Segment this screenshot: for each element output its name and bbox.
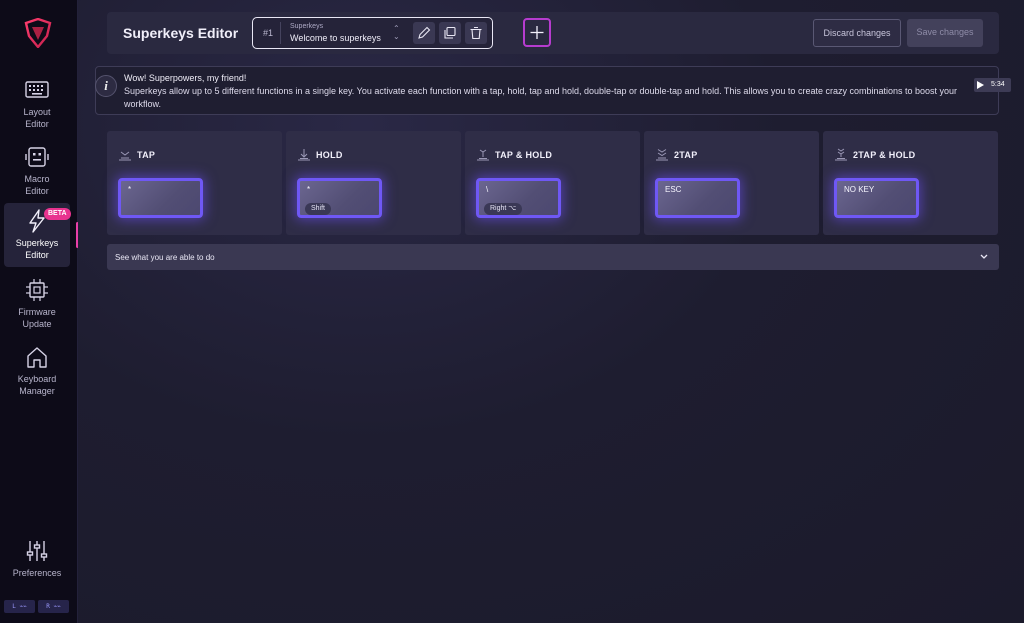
info-icon: i — [95, 75, 117, 97]
home-icon — [27, 347, 47, 368]
video-duration: 5:34 — [991, 81, 1005, 88]
accordion-label: See what you are able to do — [115, 253, 215, 262]
sidebar-item-label: Layout Editor — [23, 107, 51, 129]
keyboard-status-left: L ⌁⌁ — [4, 600, 35, 613]
key-label: NO KEY — [844, 185, 875, 194]
sidebar-item-superkeys-editor[interactable]: BETA Superkeys Editor — [4, 203, 71, 267]
tap-and-hold-icon — [477, 149, 489, 161]
sidebar-item-layout-editor[interactable]: Layout Editor — [4, 78, 70, 142]
hold-icon — [298, 149, 310, 161]
action-card-tap-and-hold: TAP & HOLD \ Right ⌥ — [465, 131, 640, 235]
save-changes-button[interactable]: Save changes — [907, 19, 983, 47]
key-label: ESC — [665, 185, 682, 194]
keycap[interactable]: \ Right ⌥ — [476, 178, 561, 218]
keycap[interactable]: ESC — [655, 178, 740, 218]
action-card-double-tap: 2TAP ESC — [644, 131, 819, 235]
chip-icon — [26, 279, 48, 301]
rename-button[interactable] — [413, 22, 435, 44]
main-content: Superkeys Editor #1 Superkeys Welcome to… — [78, 0, 1024, 623]
sidebar-item-label: Macro Editor — [24, 174, 50, 196]
action-title: 2TAP & HOLD — [853, 150, 916, 160]
trash-icon — [470, 26, 482, 40]
add-superkey-button[interactable] — [523, 18, 551, 47]
divider — [280, 22, 281, 44]
selector-id: #1 — [263, 28, 274, 38]
keycap[interactable]: NO KEY — [834, 178, 919, 218]
double-tap-icon — [656, 149, 668, 161]
plus-icon — [530, 26, 544, 39]
chevron-down-icon — [980, 254, 988, 259]
action-title: TAP & HOLD — [495, 150, 553, 160]
action-title: TAP — [137, 150, 156, 160]
info-banner: i Wow! Superpowers, my friend! Superkeys… — [95, 66, 999, 115]
modifier-chip: Shift — [305, 203, 332, 215]
action-card-double-tap-and-hold: 2TAP & HOLD NO KEY — [823, 131, 998, 235]
delete-button[interactable] — [465, 22, 487, 44]
action-card-tap: TAP * — [107, 131, 282, 235]
preferences-label: Preferences — [12, 568, 62, 578]
sliders-icon — [26, 541, 48, 561]
robot-icon — [25, 147, 49, 167]
modifier-chip: Right ⌥ — [484, 203, 523, 215]
chevron-updown-icon[interactable]: ⌃ ⌄ — [393, 25, 400, 41]
sidebar-item-macro-editor[interactable]: Macro Editor — [4, 145, 70, 209]
sidebar: Layout Editor Macro Editor BETA Superkeys E… — [0, 0, 79, 623]
action-title: HOLD — [316, 150, 343, 160]
superkey-actions: TAP * HOLD * Shift TAP & HOLD \ Right ⌥ … — [107, 131, 999, 235]
copy-icon — [444, 26, 456, 39]
key-label: \ — [486, 185, 489, 194]
sidebar-item-keyboard-manager[interactable]: Keyboard Manager — [4, 345, 70, 409]
pencil-icon — [418, 26, 431, 39]
discard-changes-button[interactable]: Discard changes — [813, 19, 901, 47]
key-label: * — [128, 185, 132, 194]
help-accordion[interactable]: See what you are able to do — [107, 244, 999, 270]
sidebar-item-label: Superkeys Editor — [15, 238, 59, 260]
action-title: 2TAP — [674, 150, 698, 160]
sidebar-item-label: Keyboard Manager — [17, 374, 57, 396]
keycap[interactable]: * — [118, 178, 203, 218]
selector-caption: Superkeys — [290, 23, 324, 30]
sidebar-item-firmware-update[interactable]: Firmware Update — [4, 278, 70, 342]
selector-value: Welcome to superkeys — [290, 33, 381, 43]
tap-icon — [119, 151, 131, 161]
video-tutorial-button[interactable]: 5:34 — [974, 78, 1011, 92]
keycap[interactable]: * Shift — [297, 178, 382, 218]
action-card-hold: HOLD * Shift — [286, 131, 461, 235]
info-title: Wow! Superpowers, my friend! — [124, 73, 247, 83]
play-icon — [977, 81, 984, 89]
key-label: * — [307, 185, 311, 194]
superkey-selector[interactable]: #1 Superkeys Welcome to superkeys ⌃ ⌄ — [252, 17, 493, 49]
keyboard-icon — [25, 81, 49, 98]
dygma-logo — [24, 18, 52, 48]
page-title: Superkeys Editor — [123, 25, 239, 41]
info-text: Superkeys allow up to 5 different functi… — [124, 86, 958, 109]
sidebar-item-label: Firmware Update — [18, 307, 56, 329]
page-header: Superkeys Editor #1 Superkeys Welcome to… — [107, 12, 999, 54]
keyboard-status-right: R ⌁⌁ — [38, 600, 69, 613]
beta-badge: BETA — [44, 208, 71, 220]
duplicate-button[interactable] — [439, 22, 461, 44]
double-tap-and-hold-icon — [835, 148, 847, 161]
sidebar-item-preferences[interactable]: Preferences — [4, 539, 70, 603]
